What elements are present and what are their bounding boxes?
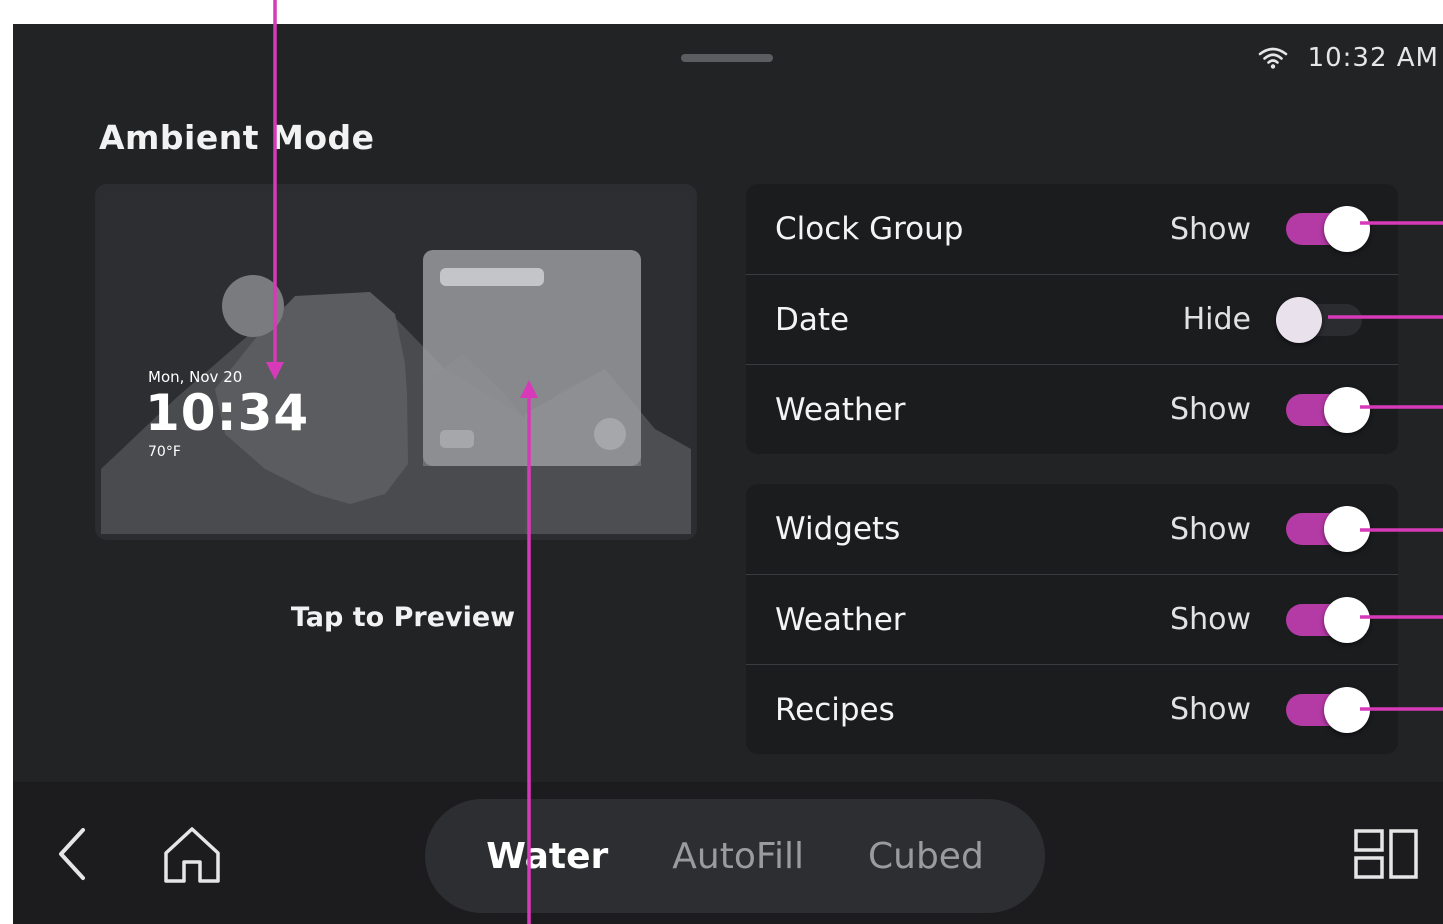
recipes-toggle[interactable] <box>1286 686 1370 733</box>
setting-row-weather-widget[interactable]: Weather Show <box>746 574 1398 664</box>
toggle-knob <box>1324 506 1370 552</box>
toggle-knob <box>1324 206 1370 252</box>
setting-row-widgets[interactable]: Widgets Show <box>746 484 1398 574</box>
page-title: Ambient Mode <box>99 118 375 157</box>
setting-row-date[interactable]: Date Hide <box>746 274 1398 364</box>
layout-icon[interactable] <box>1353 828 1419 880</box>
option-autofill[interactable]: AutoFill <box>672 836 804 877</box>
status-time: 10:32 AM <box>1307 43 1439 73</box>
pull-down-handle[interactable] <box>681 54 773 62</box>
setting-label: Recipes <box>775 691 895 728</box>
setting-state: Hide <box>1182 302 1251 337</box>
wifi-icon <box>1258 47 1287 69</box>
ambient-preview-card[interactable]: Mon, Nov 20 10:34 70°F <box>95 184 697 540</box>
weather-toggle[interactable] <box>1286 386 1370 433</box>
date-toggle[interactable] <box>1276 296 1362 343</box>
setting-row-clock-group[interactable]: Clock Group Show <box>746 184 1398 274</box>
settings-group-clock: Clock Group Show Date Hide Weather Show <box>746 184 1398 454</box>
setting-label: Widgets <box>775 511 901 547</box>
tap-to-preview-button[interactable]: Tap to Preview <box>13 602 793 633</box>
setting-row-weather[interactable]: Weather Show <box>746 364 1398 454</box>
setting-label: Weather <box>775 391 906 428</box>
preview-temperature: 70°F <box>148 444 181 460</box>
toggle-knob <box>1324 386 1370 433</box>
dispenser-selector: Water AutoFill Cubed <box>425 799 1045 913</box>
setting-state: Show <box>1170 602 1251 637</box>
setting-state: Show <box>1170 211 1251 247</box>
toggle-knob <box>1324 596 1370 643</box>
toggle-knob <box>1324 686 1370 733</box>
setting-label: Weather <box>775 601 906 638</box>
widgets-toggle[interactable] <box>1286 506 1370 552</box>
setting-row-recipes[interactable]: Recipes Show <box>746 664 1398 754</box>
settings-group-widgets: Widgets Show Weather Show Recipes Show <box>746 484 1398 754</box>
option-water[interactable]: Water <box>486 836 608 877</box>
clock-group-toggle[interactable] <box>1286 206 1370 252</box>
option-cubed[interactable]: Cubed <box>868 836 984 877</box>
preview-clock: 10:34 <box>145 384 310 442</box>
weather-widget-toggle[interactable] <box>1286 596 1370 643</box>
home-icon[interactable] <box>161 824 223 886</box>
setting-label: Clock Group <box>775 211 964 247</box>
setting-state: Show <box>1170 511 1251 547</box>
toggle-knob <box>1276 296 1322 343</box>
setting-state: Show <box>1170 692 1251 727</box>
preview-illustration <box>101 192 691 534</box>
back-icon[interactable] <box>53 826 93 882</box>
status-bar: 10:32 AM <box>1258 40 1439 76</box>
ambient-mode-screen: 10:32 AM Ambient Mode Mon, Nov 20 10:34 … <box>13 24 1443 924</box>
bottom-nav-bar: Water AutoFill Cubed <box>13 782 1443 924</box>
setting-state: Show <box>1170 392 1251 427</box>
setting-label: Date <box>775 301 850 338</box>
